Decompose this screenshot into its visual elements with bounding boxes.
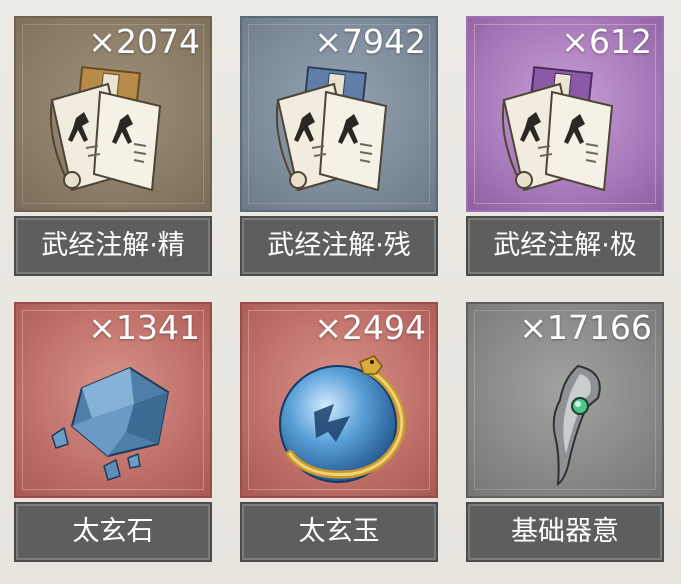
inventory-slot-wujing-jing[interactable]: ×2074 武经注解·精 bbox=[14, 16, 212, 276]
inventory-slot-wujing-ji[interactable]: ×612 武经注解·极 bbox=[466, 16, 664, 276]
item-card[interactable]: ×7942 bbox=[240, 16, 438, 212]
inventory-grid: ×2074 武经注解·精 ×7942 武经注解·残 ×612 武经注解·极 ×1… bbox=[0, 0, 681, 584]
item-card[interactable]: ×1341 bbox=[14, 302, 212, 498]
item-name-label: 武经注解·精 bbox=[14, 216, 212, 276]
inventory-slot-taixuan-jade[interactable]: ×2494 太玄玉 bbox=[240, 302, 438, 562]
martial-manual-icon bbox=[501, 66, 614, 192]
inventory-slot-taixuan-stone[interactable]: ×1341 太玄石 bbox=[14, 302, 212, 562]
martial-manual-icon bbox=[49, 66, 162, 192]
item-name-label: 武经注解·极 bbox=[466, 216, 664, 276]
item-quantity: ×2494 bbox=[314, 308, 426, 347]
dragon-orb-icon bbox=[279, 355, 406, 483]
inventory-slot-wujing-can[interactable]: ×7942 武经注解·残 bbox=[240, 16, 438, 276]
item-name-label: 武经注解·残 bbox=[240, 216, 438, 276]
item-quantity: ×612 bbox=[561, 22, 652, 61]
item-name-label: 基础器意 bbox=[466, 502, 664, 562]
item-quantity: ×1341 bbox=[88, 308, 200, 347]
silver-talon-icon bbox=[552, 364, 601, 486]
blue-crystal-icon bbox=[51, 366, 170, 481]
item-name-label: 太玄玉 bbox=[240, 502, 438, 562]
item-card[interactable]: ×612 bbox=[466, 16, 664, 212]
item-name-label: 太玄石 bbox=[14, 502, 212, 562]
item-card[interactable]: ×2074 bbox=[14, 16, 212, 212]
item-quantity: ×17166 bbox=[519, 308, 652, 347]
item-card[interactable]: ×2494 bbox=[240, 302, 438, 498]
item-card[interactable]: ×17166 bbox=[466, 302, 664, 498]
inventory-slot-jichu-qiyi[interactable]: ×17166 基础器意 bbox=[466, 302, 664, 562]
item-quantity: ×7942 bbox=[314, 22, 426, 61]
martial-manual-icon bbox=[275, 66, 388, 192]
item-quantity: ×2074 bbox=[88, 22, 200, 61]
